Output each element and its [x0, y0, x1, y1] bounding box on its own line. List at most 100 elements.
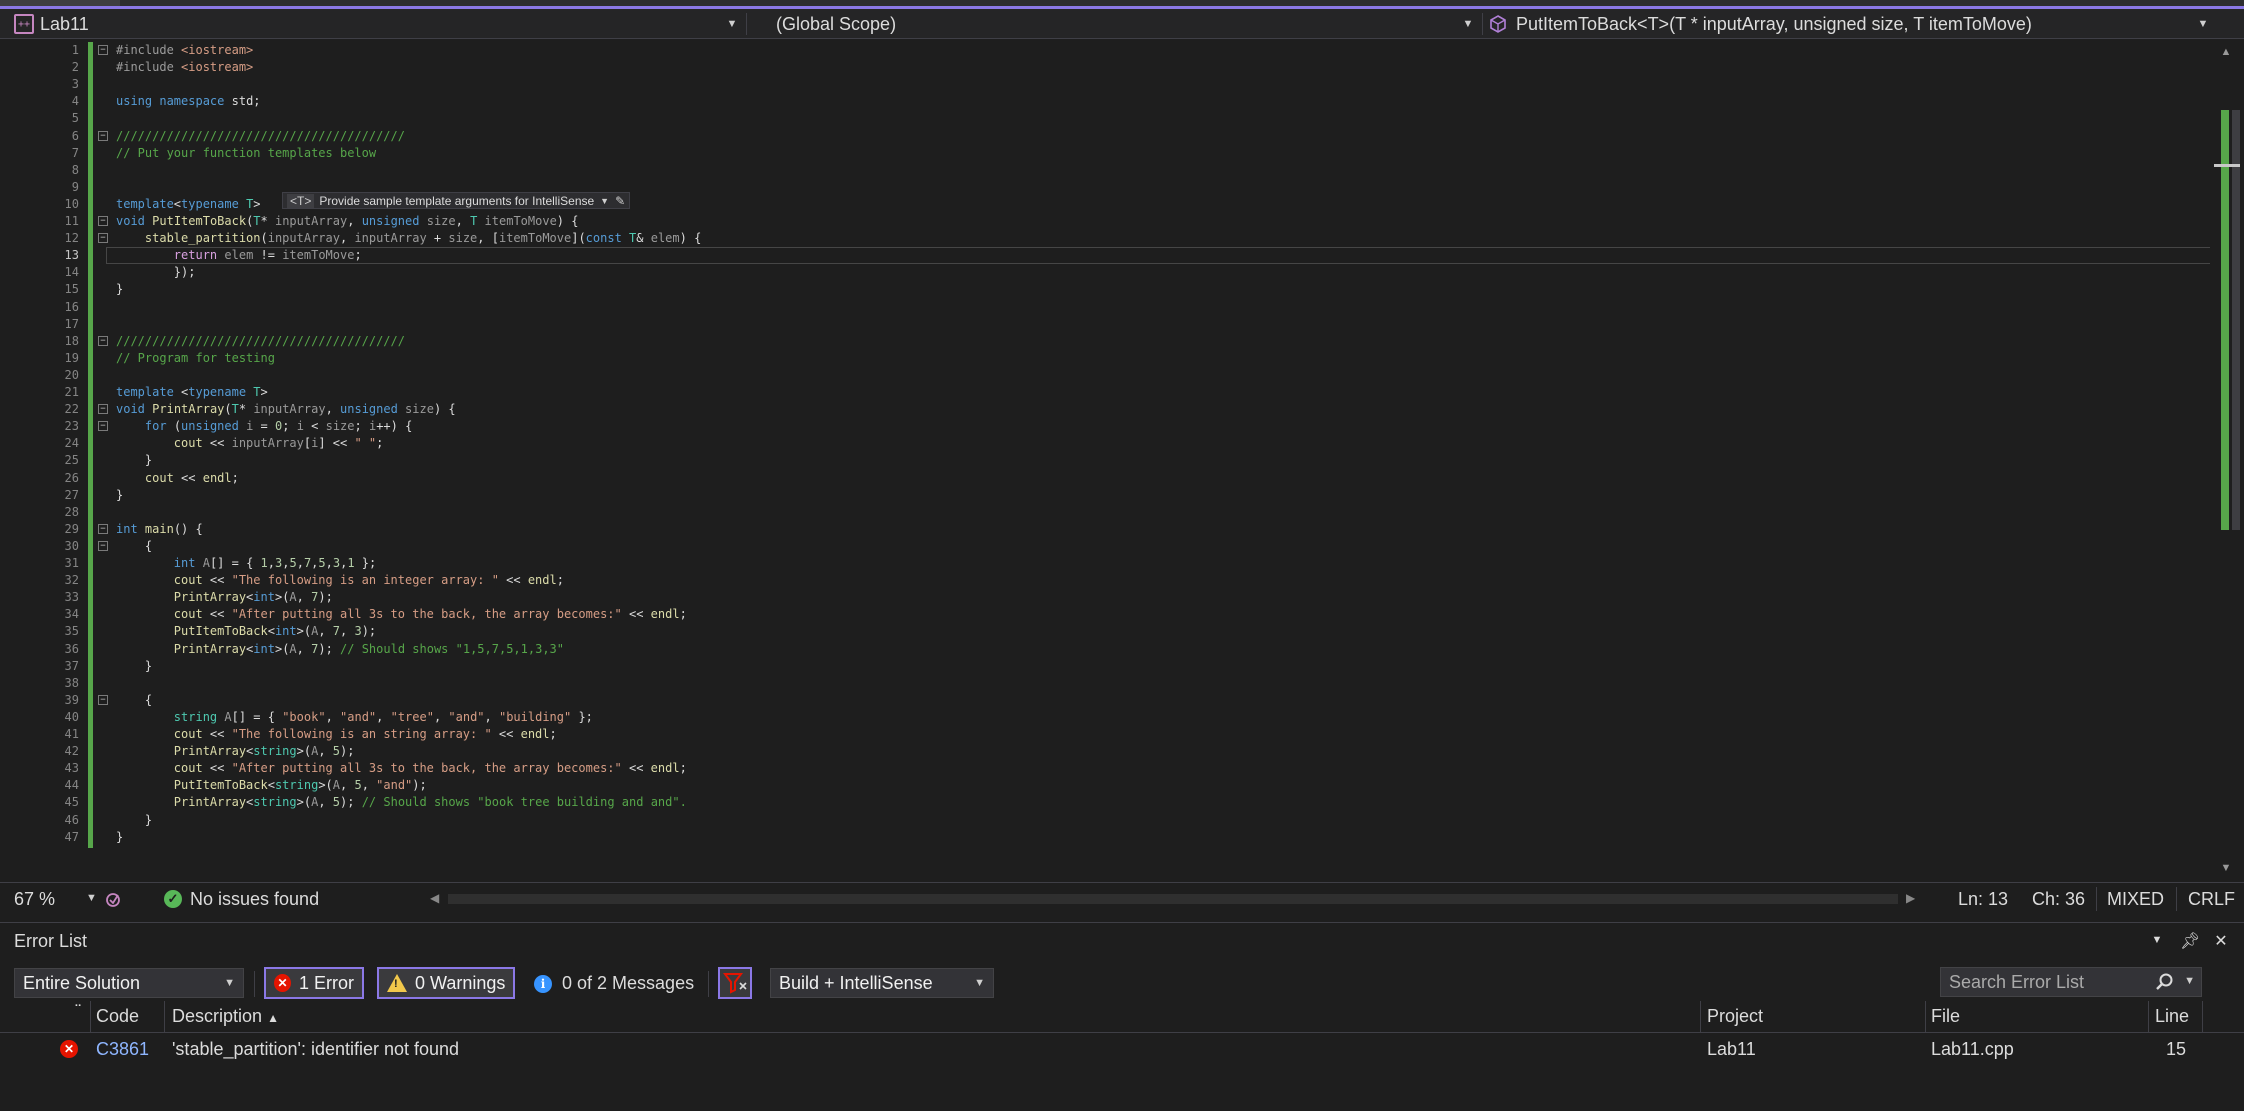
messages-toggle-button[interactable]: i 0 of 2 Messages	[534, 973, 694, 994]
column-separator[interactable]	[2148, 1001, 2149, 1033]
code-line[interactable]: template <typename T>	[116, 384, 268, 401]
code-line[interactable]: {	[116, 538, 152, 555]
scroll-up-arrow-icon[interactable]: ▲	[2218, 46, 2234, 60]
code-line[interactable]: cout << "The following is an integer arr…	[116, 572, 564, 589]
column-header-project[interactable]: Project	[1707, 1006, 1763, 1027]
code-health-icon[interactable]	[104, 890, 124, 910]
code-line[interactable]: template<typename T>	[116, 196, 261, 213]
code-line[interactable]: int A[] = { 1,3,5,7,5,3,1 };	[116, 555, 376, 572]
window-options-chevron-icon[interactable]: ▼	[2148, 931, 2166, 951]
scrollbar-thumb[interactable]	[2232, 110, 2240, 530]
column-header-description[interactable]: Description ▲	[172, 1006, 279, 1027]
indent-mode[interactable]: MIXED	[2107, 889, 2164, 910]
scope-dropdown[interactable]: (Global Scope)	[776, 9, 1456, 39]
search-error-list-input[interactable]: Search Error List ▼	[1940, 967, 2202, 997]
error-code-link[interactable]: C3861	[96, 1039, 149, 1060]
line-number: 17	[64, 316, 79, 331]
scope-filter-dropdown[interactable]: Entire Solution ▼	[14, 968, 244, 998]
code-line[interactable]: }	[116, 829, 123, 846]
pin-icon[interactable]: 📌︎	[2180, 931, 2200, 951]
build-filter-value: Build + IntelliSense	[779, 972, 933, 993]
line-number: 20	[64, 367, 79, 382]
chevron-down-icon[interactable]: ▼	[1459, 9, 1477, 39]
filter-funnel-icon	[723, 973, 747, 994]
column-header-file[interactable]: File	[1931, 1006, 1960, 1027]
code-line[interactable]: using namespace std;	[116, 93, 261, 110]
code-line[interactable]: PutItemToBack<string>(A, 5, "and");	[116, 777, 427, 794]
code-line[interactable]: // Put your function templates below	[116, 145, 376, 162]
line-indicator[interactable]: Ln: 13	[1958, 889, 2008, 910]
code-line[interactable]: cout << "The following is an string arra…	[116, 726, 557, 743]
code-line[interactable]: void PutItemToBack(T* inputArray, unsign…	[116, 213, 578, 230]
vertical-scrollbar[interactable]: ▲ ▼	[2210, 40, 2244, 882]
code-line[interactable]: return elem != itemToMove;	[116, 247, 362, 264]
column-header-code[interactable]: Code	[96, 1006, 139, 1027]
column-separator[interactable]	[1925, 1001, 1926, 1033]
code-line[interactable]: }	[116, 658, 152, 675]
build-filter-dropdown[interactable]: Build + IntelliSense ▼	[770, 968, 994, 998]
code-line[interactable]: #include <iostream>	[116, 42, 253, 59]
chevron-down-icon[interactable]: ▼	[86, 892, 97, 904]
warnings-toggle-button[interactable]: ! 0 Warnings	[377, 967, 515, 999]
column-header-line[interactable]: Line	[2155, 1006, 2189, 1027]
code-line[interactable]: }	[116, 281, 123, 298]
search-icon[interactable]	[2155, 972, 2175, 992]
column-separator[interactable]	[2202, 1001, 2203, 1033]
horizontal-scrollbar[interactable]: ◀ ▶	[430, 891, 1920, 905]
scrollbar-track[interactable]	[2216, 70, 2240, 860]
zoom-level[interactable]: 67 %	[14, 889, 55, 910]
code-line[interactable]: string A[] = { "book", "and", "tree", "a…	[116, 709, 593, 726]
code-line[interactable]: PrintArray<int>(A, 7);	[116, 589, 333, 606]
issues-status[interactable]: No issues found	[190, 889, 319, 910]
code-line[interactable]: PutItemToBack<int>(A, 7, 3);	[116, 623, 376, 640]
column-separator[interactable]	[1700, 1001, 1701, 1033]
member-dropdown[interactable]: PutItemToBack<T>(T * inputArray, unsigne…	[1488, 9, 2188, 39]
close-icon[interactable]: ✕	[2212, 931, 2230, 951]
line-number: 25	[64, 453, 79, 468]
code-line[interactable]: {	[116, 692, 152, 709]
chevron-down-icon[interactable]: ▼	[2184, 975, 2195, 987]
code-line[interactable]: ////////////////////////////////////////	[116, 128, 405, 145]
code-line[interactable]: PrintArray<int>(A, 7); // Should shows "…	[116, 641, 564, 658]
code-line[interactable]: cout << inputArray[i] << " ";	[116, 435, 384, 452]
code-line[interactable]: PrintArray<string>(A, 5); // Should show…	[116, 794, 687, 811]
error-icon: ✕	[274, 974, 291, 992]
chevron-down-icon[interactable]: ▼	[723, 9, 741, 39]
column-chooser-icon[interactable]: ⠉	[74, 1003, 82, 1016]
scroll-down-arrow-icon[interactable]: ▼	[2218, 862, 2234, 876]
code-line[interactable]: // Program for testing	[116, 350, 275, 367]
template-intellisense-hint[interactable]: <T> Provide sample template arguments fo…	[282, 192, 631, 209]
code-line[interactable]: }	[116, 487, 123, 504]
horizontal-scrollbar-thumb[interactable]	[448, 894, 1898, 904]
chevron-down-icon[interactable]: ▼	[2194, 9, 2212, 39]
line-ending[interactable]: CRLF	[2188, 889, 2235, 910]
column-separator[interactable]	[164, 1001, 165, 1033]
code-line[interactable]: cout << "After putting all 3s to the bac…	[116, 760, 687, 777]
filter-toggle-button[interactable]	[718, 967, 752, 999]
scroll-right-arrow-icon[interactable]: ▶	[1906, 891, 1915, 905]
chevron-down-icon[interactable]: ▼	[600, 196, 609, 206]
code-editor[interactable]: 1 2 3 4 5 6 7 8 9 10 11 12 13 14 15 16 17 18 19 20 21 22 23 24 2…	[10, 40, 2220, 882]
code-line[interactable]: cout << "After putting all 3s to the bac…	[116, 606, 687, 623]
code-line[interactable]: stable_partition(inputArray, inputArray …	[116, 230, 701, 247]
project-dropdown[interactable]: ++ Lab11	[14, 9, 714, 39]
code-line[interactable]: }	[116, 812, 152, 829]
column-separator[interactable]	[90, 1001, 91, 1033]
code-line[interactable]: }	[116, 452, 152, 469]
code-line[interactable]: int main() {	[116, 521, 203, 538]
code-line[interactable]: ////////////////////////////////////////	[116, 333, 405, 350]
pencil-icon[interactable]: ✎	[615, 194, 625, 208]
code-line[interactable]: void PrintArray(T* inputArray, unsigned …	[116, 401, 456, 418]
errors-toggle-button[interactable]: ✕ 1 Error	[264, 967, 364, 999]
column-indicator[interactable]: Ch: 36	[2032, 889, 2085, 910]
code-line[interactable]: });	[116, 264, 196, 281]
line-number: 35	[64, 624, 79, 639]
scroll-left-arrow-icon[interactable]: ◀	[430, 891, 439, 905]
code-line[interactable]: #include <iostream>	[116, 59, 253, 76]
code-line[interactable]: PrintArray<string>(A, 5);	[116, 743, 355, 760]
code-line[interactable]: cout << endl;	[116, 470, 239, 487]
code-line[interactable]: for (unsigned i = 0; i < size; i++) {	[116, 418, 412, 435]
line-number: 23	[64, 419, 79, 434]
table-row[interactable]: ✕ C3861 'stable_partition': identifier n…	[0, 1033, 2244, 1065]
code-text-area[interactable]: #include <iostream> #include <iostream> us…	[106, 40, 2216, 882]
